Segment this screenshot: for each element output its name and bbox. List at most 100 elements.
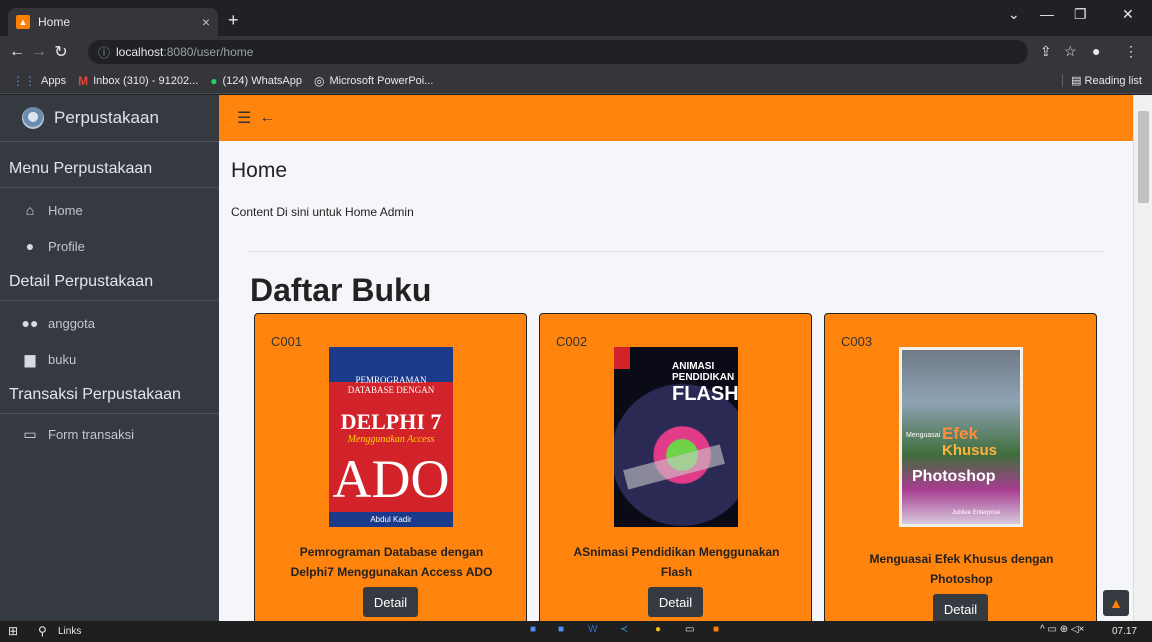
book-cover-image: ANIMASI PENDIDIKAN FLASH xyxy=(614,347,738,527)
browser-tab[interactable]: ▲ Home × xyxy=(8,8,218,36)
address-bar[interactable]: ⓘ localhost:8080/user/home xyxy=(88,40,1028,64)
bookmark-label: (124) WhatsApp xyxy=(222,74,302,87)
book-card: C001 PEMROGRAMAN DATABASE DENGAN DELPHI … xyxy=(254,313,527,621)
sidebar-item-profile[interactable]: ● Profile xyxy=(0,228,219,264)
cover-text: Abdul Kadir xyxy=(329,512,453,527)
cover-text: PEMROGRAMAN xyxy=(355,375,427,385)
bookmarks-bar: ⋮⋮ Apps M Inbox (310) - 91202... ● (124)… xyxy=(0,68,1152,94)
site-info-icon[interactable]: ⓘ xyxy=(98,44,110,61)
home-icon: ⌂ xyxy=(25,202,35,218)
bookmark-label: Apps xyxy=(41,74,67,87)
site-favicon-icon: ▲ xyxy=(16,15,30,29)
search-icon[interactable]: ⚲ xyxy=(38,624,47,638)
taskbar-search-label[interactable]: Links xyxy=(58,626,81,637)
sidebar: Perpustakaan Menu Perpustakaan ⌂ Home ● … xyxy=(0,95,219,621)
taskbar-app-icon[interactable]: ■ xyxy=(713,624,719,635)
book-code: C001 xyxy=(271,334,303,349)
brand-text: Perpustakaan xyxy=(54,108,159,127)
taskbar-app-icon[interactable]: ■ xyxy=(558,624,564,635)
debug-toolbar-icon[interactable]: ▲ xyxy=(1103,590,1129,616)
laptop-icon: ▭ xyxy=(23,425,37,442)
tab-title: Home xyxy=(38,15,71,29)
bookmark-star-icon[interactable]: ☆ xyxy=(1064,43,1077,60)
terminal-icon[interactable]: ▭ xyxy=(685,624,694,635)
bookmark-powerpoint[interactable]: ◎ Microsoft PowerPoi... xyxy=(314,74,433,88)
word-icon[interactable]: W xyxy=(588,624,597,635)
bookmark-label: Microsoft PowerPoi... xyxy=(329,74,434,87)
cover-text: Efek xyxy=(942,424,978,443)
section-title: Daftar Buku xyxy=(250,272,432,308)
user-icon: ● xyxy=(25,238,35,254)
users-icon: ●● xyxy=(21,315,39,331)
browser-menu-icon[interactable]: ⋮ xyxy=(1124,43,1138,60)
book-code: C002 xyxy=(556,334,588,349)
reading-list-label: Reading list xyxy=(1084,75,1142,87)
browser-toolbar: ← → ↻ ⓘ localhost:8080/user/home ⇪ ☆ ● ⋮ xyxy=(0,36,1152,68)
book-title: ASnimasi Pendidikan Menggunakan Flash xyxy=(550,542,803,582)
forward-icon[interactable]: → xyxy=(28,43,50,61)
book-card: C003 Menguasai Efek Khusus Photoshop Jub… xyxy=(824,313,1097,621)
close-window-icon[interactable]: ✕ xyxy=(1122,6,1134,23)
sidebar-item-label: Form transaksi xyxy=(48,426,134,442)
main-content: ☰ ← Home Content Di sini untuk Home Admi… xyxy=(219,95,1133,621)
sidebar-item-buku[interactable]: ▆ buku xyxy=(0,341,219,377)
detail-button[interactable]: Detail xyxy=(933,594,988,621)
cover-text: ANIMASI xyxy=(672,361,715,372)
app: Perpustakaan Menu Perpustakaan ⌂ Home ● … xyxy=(0,95,1152,621)
minimize-icon[interactable]: — xyxy=(1040,6,1054,22)
bookmark-whatsapp[interactable]: ● (124) WhatsApp xyxy=(210,74,302,88)
detail-button[interactable]: Detail xyxy=(648,587,703,617)
back-arrow-icon[interactable]: ← xyxy=(259,109,275,127)
book-title-line: Menguasai Efek Khusus dengan xyxy=(869,552,1054,566)
book-icon: ▆ xyxy=(24,350,36,367)
windows-start-icon[interactable]: ⊞ xyxy=(8,624,18,638)
chrome-icon[interactable]: ● xyxy=(655,624,661,635)
menu-header: Transaksi Perpustakaan xyxy=(0,377,219,414)
page-title: Home xyxy=(231,159,288,182)
brand-link[interactable]: Perpustakaan xyxy=(0,95,219,142)
scrollbar-thumb[interactable] xyxy=(1138,111,1149,203)
menu-header: Detail Perpustakaan xyxy=(0,264,219,301)
divider xyxy=(249,251,1104,252)
share-icon[interactable]: ⇪ xyxy=(1040,43,1052,60)
detail-button[interactable]: Detail xyxy=(363,587,418,617)
hamburger-menu-icon[interactable]: ☰ xyxy=(237,108,251,128)
cover-text: Menggunakan Access xyxy=(347,434,435,445)
cover-text: DELPHI 7 xyxy=(340,409,442,434)
new-tab-button[interactable]: + xyxy=(228,10,239,31)
book-cover-image: Menguasai Efek Khusus Photoshop Jubilee … xyxy=(899,347,1023,527)
bookmark-gmail[interactable]: M Inbox (310) - 91202... xyxy=(78,74,198,88)
cover-text: DATABASE DENGAN xyxy=(347,385,435,395)
whatsapp-icon: ● xyxy=(210,73,218,88)
taskbar-app-icon[interactable]: ■ xyxy=(530,624,536,635)
sidebar-item-home[interactable]: ⌂ Home xyxy=(0,192,219,228)
clock[interactable]: 07.17 xyxy=(1112,626,1137,637)
book-code: C003 xyxy=(841,334,873,349)
sidebar-item-form-transaksi[interactable]: ▭ Form transaksi xyxy=(0,416,219,452)
cover-text: FLASH xyxy=(672,383,738,405)
bookmark-apps[interactable]: ⋮⋮ Apps xyxy=(12,74,66,88)
cover-text: Photoshop xyxy=(912,468,996,485)
tray-icons[interactable]: ^ ▭ ⊕ ◁× xyxy=(1040,624,1084,635)
tab-search-icon[interactable]: ⌄ xyxy=(1008,6,1020,23)
book-title-line: Delphi7 Menggunakan Access ADO xyxy=(290,565,493,579)
sidebar-item-anggota[interactable]: ●● anggota xyxy=(0,305,219,341)
back-icon[interactable]: ← xyxy=(6,43,28,61)
reading-list[interactable]: ▤ Reading list xyxy=(1062,74,1142,87)
restore-icon[interactable]: ❐ xyxy=(1074,6,1087,23)
brand-logo-icon xyxy=(22,107,44,129)
top-navbar: ☰ ← xyxy=(219,95,1133,141)
url-host: localhost xyxy=(116,45,164,59)
profile-icon[interactable]: ● xyxy=(1092,43,1100,59)
apps-icon: ⋮⋮ xyxy=(12,73,36,88)
reload-icon[interactable]: ↻ xyxy=(50,42,72,62)
vscode-icon[interactable]: ≺ xyxy=(620,624,628,635)
os-taskbar: ⊞ ⚲ Links ■ ■ W ≺ ● ▭ ■ ^ ▭ ⊕ ◁× 07.17 xyxy=(0,621,1152,642)
tab-close-icon[interactable]: × xyxy=(202,14,210,30)
sidebar-item-label: buku xyxy=(48,351,77,367)
page-scrollbar[interactable] xyxy=(1133,95,1152,621)
cover-text: Jubilee Enterprise xyxy=(952,510,1001,516)
gmail-icon: M xyxy=(78,73,89,88)
cover-text: Menguasai xyxy=(906,432,941,439)
sidebar-item-label: Home xyxy=(48,202,83,218)
